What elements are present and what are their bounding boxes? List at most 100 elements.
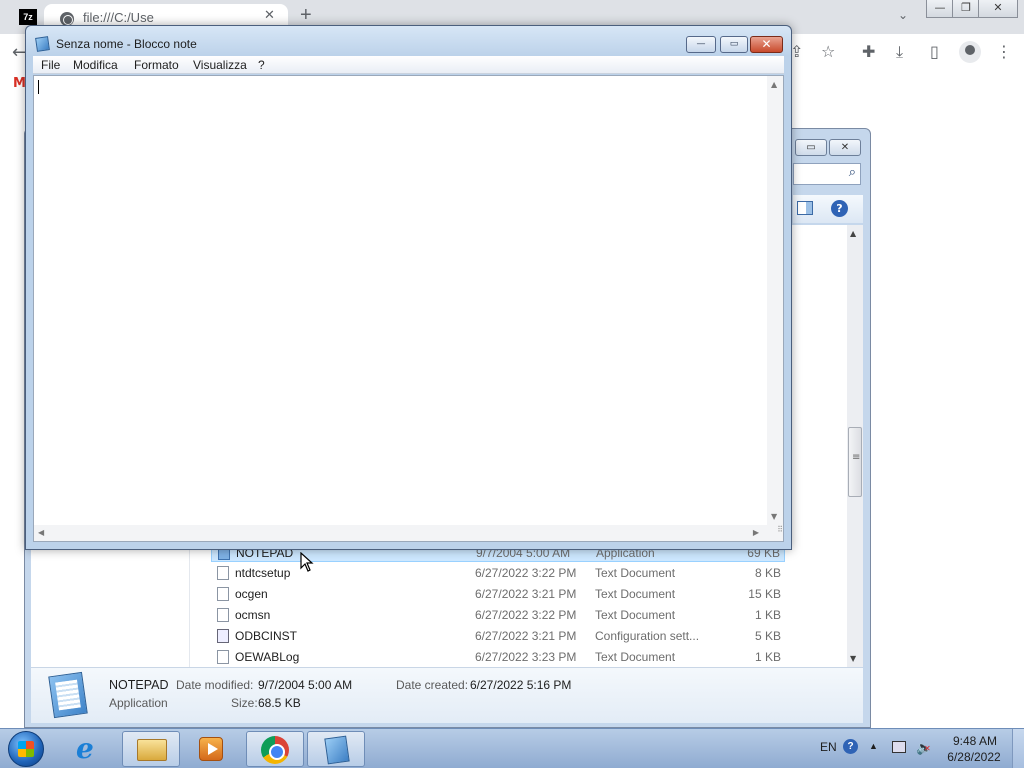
details-date-created-label: Date created: — [396, 678, 469, 692]
file-date-modified: 6/27/2022 3:22 PM — [475, 608, 577, 622]
gmail-bookmark-icon[interactable]: M — [13, 76, 26, 91]
menu-visualizza[interactable]: Visualizza — [193, 58, 247, 72]
details-pane: NOTEPAD Application Date modified: 9/7/2… — [31, 667, 863, 723]
file-type: Text Document — [595, 650, 676, 664]
browser-restore-button[interactable]: ❐ — [952, 0, 980, 18]
help-icon[interactable]: ? — [831, 200, 848, 217]
scroll-right-arrow-icon[interactable]: ▶ — [753, 528, 759, 537]
show-desktop-button[interactable] — [1012, 729, 1024, 768]
network-icon[interactable] — [892, 741, 906, 753]
text-document-icon — [217, 650, 229, 664]
config-settings-icon — [217, 629, 229, 643]
file-size: 15 KB — [748, 587, 781, 601]
internet-explorer-icon: e — [76, 732, 94, 765]
file-size: 1 KB — [754, 608, 781, 622]
language-indicator[interactable]: EN — [820, 740, 837, 754]
close-button[interactable]: ✕ — [750, 36, 783, 53]
file-type: Text Document — [595, 608, 676, 622]
side-panel-icon[interactable]: ▯ — [930, 42, 939, 61]
scroll-up-arrow-icon[interactable]: ▲ — [850, 229, 856, 238]
text-document-icon — [217, 587, 229, 601]
notepad-title-bar[interactable]: Senza nome - Blocco note — ▭ ✕ — [26, 26, 791, 56]
details-file-name: NOTEPAD — [109, 678, 169, 692]
text-document-icon — [217, 608, 229, 622]
scroll-up-arrow-icon[interactable]: ▲ — [771, 80, 777, 89]
scroll-down-arrow-icon[interactable]: ▼ — [771, 512, 777, 521]
taskbar-google-chrome[interactable] — [246, 731, 304, 767]
file-row[interactable]: OEWABLog 6/27/2022 3:23 PM Text Document 1 … — [211, 647, 785, 667]
profile-icon[interactable] — [959, 41, 981, 63]
taskbar: e EN ? ▲ 🔈 9:48 AM 6/28/2022 — [0, 728, 1024, 768]
new-tab-button[interactable]: + — [300, 4, 312, 27]
download-icon[interactable]: ⤓ — [896, 42, 903, 62]
file-size: 1 KB — [754, 650, 781, 664]
file-row[interactable]: ocmsn 6/27/2022 3:22 PM Text Document 1 KB — [211, 605, 785, 625]
file-type: Text Document — [595, 566, 676, 580]
notepad-vertical-scrollbar[interactable]: ▲ ▼ — [767, 76, 783, 525]
file-name: ntdtcsetup — [235, 566, 291, 580]
start-button[interactable] — [8, 731, 44, 767]
file-row[interactable]: ocgen 6/27/2022 3:21 PM Text Document 15 KB — [211, 584, 785, 604]
bookmark-star-icon[interactable]: ☆ — [821, 42, 835, 61]
help-tray-icon[interactable]: ? — [843, 739, 858, 754]
menu-formato[interactable]: Formato — [134, 58, 179, 72]
show-hidden-icons-arrow-icon[interactable]: ▲ — [869, 741, 878, 751]
notepad-icon[interactable] — [35, 36, 50, 52]
file-date-modified: 6/27/2022 3:21 PM — [475, 629, 577, 643]
preview-pane-icon[interactable] — [797, 201, 813, 215]
notepad-app-icon — [48, 671, 88, 719]
file-name: ocmsn — [235, 608, 271, 622]
explorer-close-button[interactable]: ✕ — [829, 139, 861, 156]
minimize-button[interactable]: — — [686, 36, 716, 53]
menu-file[interactable]: File — [41, 58, 60, 72]
volume-muted-icon[interactable]: 🔈 — [916, 740, 932, 756]
browser-menu-icon[interactable]: ⋮ — [996, 42, 1012, 61]
notepad-icon — [324, 735, 350, 765]
clock-time[interactable]: 9:48 AM — [950, 734, 1000, 748]
explorer-vertical-scrollbar[interactable]: ▲ ▼ — [847, 225, 863, 667]
explorer-search-box[interactable]: ⌕ — [793, 163, 861, 185]
search-icon[interactable]: ⌕ — [849, 165, 856, 180]
extensions-icon[interactable]: ✚ — [862, 42, 875, 61]
details-size-value: 68.5 KB — [258, 696, 301, 710]
browser-tab-title: file:///C:/Use — [83, 10, 154, 25]
notepad-text-area[interactable]: ▲ ▼ ◀ ▶ ⠿ — [33, 75, 784, 542]
menu-help[interactable]: ? — [258, 58, 265, 72]
file-row[interactable]: ntdtcsetup 6/27/2022 3:22 PM Text Document… — [211, 563, 785, 583]
scroll-left-arrow-icon[interactable]: ◀ — [38, 528, 44, 537]
details-date-modified-label: Date modified: — [176, 678, 254, 692]
file-date-modified: 6/27/2022 3:21 PM — [475, 587, 577, 601]
browser-close-button[interactable]: ✕ — [978, 0, 1018, 18]
resize-grip-icon[interactable]: ⠿ — [767, 525, 783, 541]
mouse-cursor-icon — [300, 551, 314, 572]
file-name: OEWABLog — [235, 650, 300, 664]
text-document-icon — [217, 566, 229, 580]
taskbar-internet-explorer[interactable]: e — [62, 731, 120, 767]
taskbar-windows-explorer[interactable] — [122, 731, 180, 767]
clock-date[interactable]: 6/28/2022 — [944, 750, 1004, 764]
notepad-horizontal-scrollbar[interactable]: ◀ ▶ — [34, 525, 767, 541]
close-tab-icon[interactable]: ✕ — [264, 8, 275, 23]
taskbar-media-player[interactable] — [182, 731, 240, 767]
share-icon[interactable]: ⇪ — [790, 42, 803, 61]
chrome-icon — [261, 736, 289, 764]
explorer-maximize-button[interactable]: ▭ — [795, 139, 827, 156]
file-date-modified: 6/27/2022 3:23 PM — [475, 650, 577, 664]
menu-modifica[interactable]: Modifica — [73, 58, 118, 72]
tab-search-chevron-icon[interactable]: ⌄ — [898, 8, 908, 22]
explorer-command-bar: ? — [793, 195, 863, 223]
taskbar-notepad[interactable] — [307, 731, 365, 767]
details-date-modified-value: 9/7/2004 5:00 AM — [258, 678, 353, 692]
file-size: 8 KB — [754, 566, 781, 580]
details-file-type: Application — [109, 696, 168, 710]
scrollbar-thumb[interactable] — [848, 427, 862, 497]
browser-minimize-button[interactable]: — — [926, 0, 954, 18]
file-name: ocgen — [235, 587, 268, 601]
notepad-menu-bar: File Modifica Formato Visualizza ? — [33, 56, 784, 74]
file-row[interactable]: ODBCINST 6/27/2022 3:21 PM Configuration s… — [211, 626, 785, 646]
scroll-down-arrow-icon[interactable]: ▼ — [850, 654, 856, 663]
file-name: ODBCINST — [235, 629, 298, 643]
maximize-button[interactable]: ▭ — [720, 36, 748, 53]
file-type: Configuration sett... — [595, 629, 700, 643]
7zip-app-icon[interactable]: 7z — [19, 9, 37, 25]
